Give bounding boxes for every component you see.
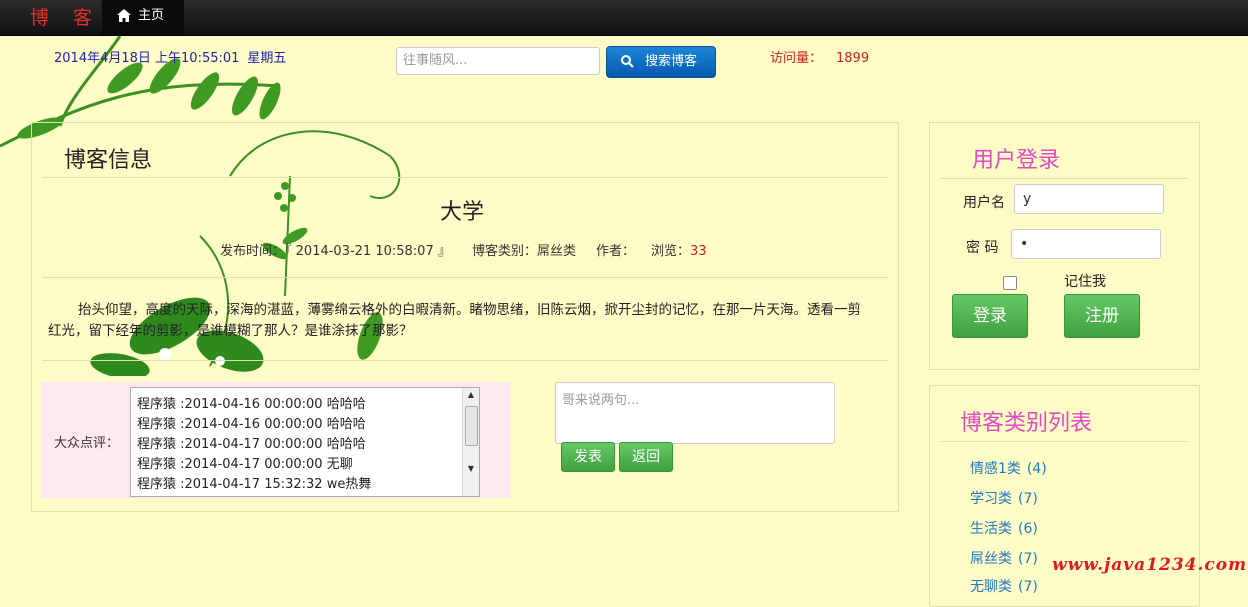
- comment-item[interactable]: 程序猿 :2014-04-16 00:00:00 哈哈哈: [137, 393, 366, 412]
- category-item[interactable]: 学习类 (7): [970, 488, 1038, 508]
- category-count: (7): [1018, 579, 1038, 595]
- search-input[interactable]: 往事随风...: [396, 47, 600, 75]
- category-item[interactable]: 无聊类 (7): [970, 576, 1038, 596]
- visit-counter: 访问量： 1899: [770, 47, 869, 66]
- submit-comment-button[interactable]: 发表: [561, 442, 615, 472]
- current-datetime: 2014年4月18日 上午10:55:01 星期五: [54, 47, 286, 66]
- category-name[interactable]: 生活类: [970, 521, 1012, 537]
- comment-item[interactable]: 程序猿 :2014-04-17 00:00:00 哈哈哈: [137, 433, 366, 452]
- divider: [42, 177, 888, 178]
- divider: [42, 277, 888, 278]
- comment-item[interactable]: 程序猿 :2014-04-17 00:00:00 无聊: [137, 453, 353, 472]
- password-field[interactable]: •: [1011, 229, 1161, 259]
- username-field[interactable]: y: [1014, 184, 1164, 214]
- views-label: 浏览：: [651, 244, 691, 259]
- visits-count: 1899: [836, 51, 870, 66]
- username-label: 用户名: [963, 195, 1005, 211]
- visits-label: 访问量：: [770, 51, 823, 66]
- publish-label: 发布时间：: [220, 244, 286, 259]
- panel-title: 博客信息: [64, 148, 153, 173]
- category-item[interactable]: 屌丝类 (7): [970, 548, 1038, 568]
- category-name[interactable]: 学习类: [970, 491, 1012, 507]
- remember-me-label: 记住我: [1064, 274, 1106, 290]
- category-count: (4): [1026, 461, 1047, 477]
- category-count: (7): [1018, 491, 1038, 507]
- category-name[interactable]: 屌丝类: [970, 551, 1012, 567]
- login-title: 用户登录: [972, 148, 1061, 173]
- divider: [42, 360, 888, 361]
- comment-item[interactable]: 程序猿 :2014-04-16 00:00:00 哈哈哈: [137, 413, 366, 432]
- comments-list[interactable]: 程序猿 :2014-04-16 00:00:00 哈哈哈 程序猿 :2014-0…: [130, 387, 480, 497]
- comment-item[interactable]: 程序猿 :2014-04-17 15:32:32 we热舞: [137, 473, 371, 492]
- nav-home-label: 主页: [138, 8, 165, 23]
- publish-time: 发布时间：『 2014-03-21 10:58:07 』: [220, 240, 451, 259]
- register-button[interactable]: 注册: [1064, 294, 1140, 338]
- author-label: 作者：: [596, 244, 636, 259]
- article-content: 抬头仰望，高度的天际，深海的湛蓝，薄雾绵云格外的白暇清新。睹物思绪，旧陈云烟，掀…: [48, 302, 861, 339]
- category-item[interactable]: 情感1类 (4): [970, 458, 1047, 478]
- article-views: 浏览：33: [651, 240, 707, 259]
- category-count: (6): [1018, 521, 1038, 537]
- home-icon: [117, 9, 131, 22]
- category-name[interactable]: 情感1类: [970, 461, 1021, 477]
- top-navbar: 博 客 主页: [0, 0, 1248, 36]
- remember-me-checkbox[interactable]: [1003, 276, 1017, 290]
- category-name[interactable]: 无聊类: [970, 579, 1012, 595]
- comments-scrollbar[interactable]: ▲ ▼: [462, 388, 479, 496]
- publish-time-value: 『 2014-03-21 10:58:07 』: [285, 244, 451, 259]
- search-button-label: 搜索博客: [645, 54, 698, 69]
- article-category: 博客类别：屌丝类: [472, 244, 577, 259]
- comment-input[interactable]: 哥来说两句...: [555, 382, 835, 444]
- category-item[interactable]: 生活类 (6): [970, 518, 1038, 538]
- scroll-up-icon[interactable]: ▲: [463, 388, 479, 402]
- views-count: 33: [690, 244, 707, 259]
- login-button[interactable]: 登录: [952, 294, 1028, 338]
- search-icon: [621, 55, 634, 68]
- nav-home[interactable]: 主页: [102, 0, 184, 35]
- weekday-text: 星期五: [247, 51, 287, 66]
- comments-label: 大众点评：: [54, 436, 120, 451]
- date-text: 2014年4月18日 上午10:55:01: [54, 51, 240, 66]
- brand-logo[interactable]: 博 客: [30, 3, 101, 30]
- password-label: 密 码: [966, 240, 999, 256]
- divider: [940, 178, 1188, 179]
- search-blog-button[interactable]: 搜索博客: [606, 46, 716, 78]
- article-title: 大学: [440, 200, 485, 225]
- category-count: (7): [1018, 551, 1038, 567]
- back-button[interactable]: 返回: [619, 442, 673, 472]
- scroll-down-icon[interactable]: ▼: [463, 462, 479, 476]
- scroll-thumb[interactable]: [465, 406, 478, 446]
- divider: [940, 441, 1188, 442]
- category-list-title: 博客类别列表: [960, 411, 1093, 436]
- watermark-text: www.java1234.com: [1052, 555, 1248, 575]
